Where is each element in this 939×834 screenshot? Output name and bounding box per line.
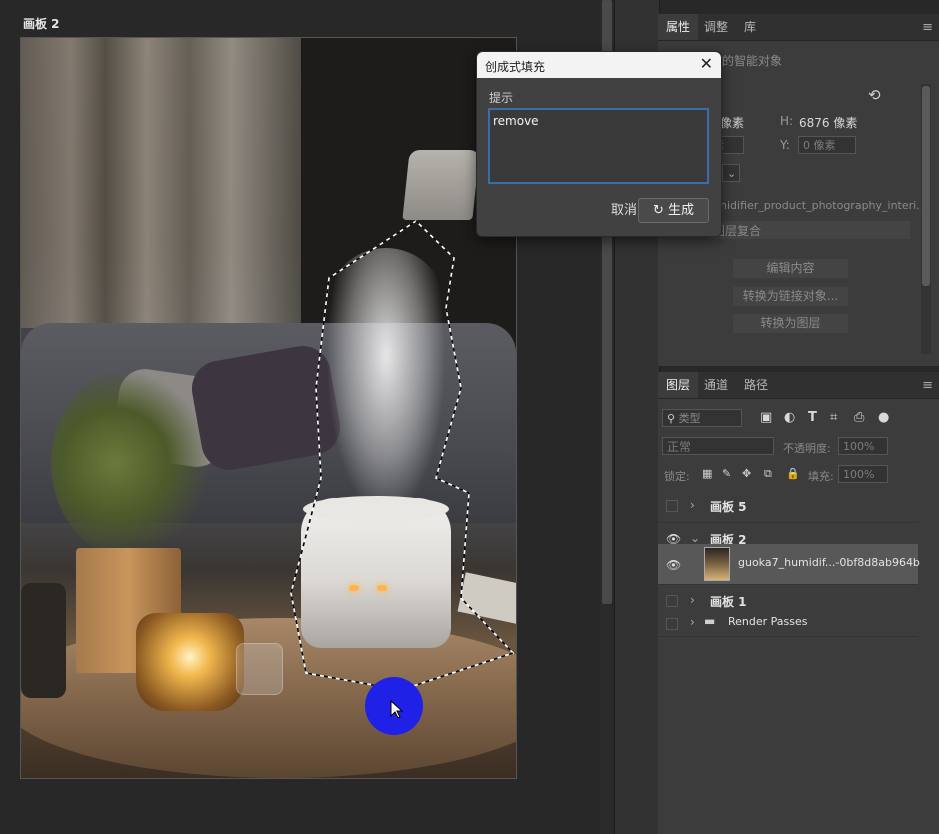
- chevron-right-icon[interactable]: ›: [690, 498, 695, 512]
- artboard-label[interactable]: 画板 2: [23, 15, 60, 32]
- generative-fill-dialog: 创成式填充 ✕ 提示 remove 取消 ↻ 生成: [476, 51, 722, 237]
- visibility-toggle[interactable]: [666, 500, 678, 512]
- tab-channels[interactable]: 通道: [696, 372, 736, 398]
- y-label: Y:: [780, 138, 790, 152]
- dialog-titlebar[interactable]: 创成式填充 ✕: [477, 52, 721, 78]
- close-icon[interactable]: ✕: [700, 54, 713, 73]
- convert-to-layers-button[interactable]: 转换为图层: [733, 314, 848, 333]
- type-filter-icon[interactable]: T: [808, 410, 817, 425]
- tab-layers[interactable]: 图层: [658, 372, 699, 398]
- folder-icon: ▬: [704, 614, 716, 628]
- image-filter-icon[interactable]: ▣: [760, 410, 772, 425]
- lock-position-icon[interactable]: ✥: [742, 467, 751, 480]
- panel-menu-icon[interactable]: ≡: [922, 378, 933, 393]
- convert-to-linked-button[interactable]: 转换为链接对象...: [733, 287, 848, 306]
- lasso-selection-marquee: [290, 219, 515, 691]
- opacity-field[interactable]: 100%: [838, 437, 888, 455]
- properties-panel-tabs: 属性 调整 库 ≡: [658, 14, 939, 41]
- layer-filter-dropdown[interactable]: ⚲ 类型: [662, 409, 742, 427]
- layer-filter-placeholder: 类型: [678, 412, 701, 425]
- panel-menu-icon[interactable]: ≡: [922, 20, 933, 35]
- adjustment-filter-icon[interactable]: ◐: [784, 410, 795, 425]
- layer-comp-field[interactable]: 图层复合: [708, 221, 910, 239]
- properties-scrollbar-thumb[interactable]: [922, 86, 930, 286]
- visibility-toggle[interactable]: [666, 595, 678, 607]
- opacity-label: 不透明度:: [783, 442, 831, 455]
- smart-object-filter-icon[interactable]: ⎙: [854, 410, 864, 425]
- y-field[interactable]: 0 像素: [798, 136, 856, 154]
- shape-filter-icon[interactable]: ⌗: [830, 410, 837, 425]
- document-canvas[interactable]: [20, 37, 517, 779]
- lock-artboard-icon[interactable]: ⧉: [764, 467, 772, 481]
- search-icon: ⚲: [667, 412, 676, 425]
- chevron-right-icon[interactable]: ›: [690, 615, 695, 629]
- align-dropdown[interactable]: ⌄: [722, 164, 740, 182]
- mouse-pointer-icon: [390, 700, 404, 719]
- linked-filename: nidifier_product_photography_interi...: [720, 199, 927, 212]
- smart-object-label: 的智能对象: [722, 54, 783, 68]
- layers-panel-tabs: 图层 通道 路径 ≡: [658, 372, 939, 399]
- layers-panel: 图层 通道 路径 ≡ ⚲ 类型 ▣ ◐ T ⌗ ⎙ ● 正常 不透明度: 100…: [658, 372, 939, 834]
- visibility-toggle[interactable]: [666, 618, 678, 630]
- tab-paths[interactable]: 路径: [736, 372, 776, 398]
- lock-paint-icon[interactable]: ✎: [722, 467, 731, 480]
- blend-mode-dropdown[interactable]: 正常: [662, 437, 774, 455]
- tab-adjustments[interactable]: 调整: [696, 14, 736, 40]
- layer-thumbnail: [704, 547, 730, 581]
- layer-row-render-passes[interactable]: › ▬ Render Passes: [658, 610, 918, 637]
- layer-name: guoka7_humidif...-0bf8d8ab964b: [738, 556, 920, 569]
- filter-toggle-icon[interactable]: ●: [878, 410, 889, 425]
- generate-button[interactable]: ↻ 生成: [638, 198, 709, 223]
- prompt-input[interactable]: remove: [488, 108, 709, 184]
- tab-libraries[interactable]: 库: [736, 14, 764, 40]
- layer-row-smart-object[interactable]: 👁 guoka7_humidif...-0bf8d8ab964b: [658, 544, 920, 585]
- lock-transparency-icon[interactable]: ▦: [702, 467, 712, 480]
- chevron-down-icon[interactable]: ⌄: [690, 531, 700, 545]
- tab-properties[interactable]: 属性: [658, 14, 699, 40]
- layer-row-artboard-5[interactable]: › 画板 5: [658, 490, 918, 523]
- layer-name: 画板 1: [710, 595, 747, 609]
- lock-all-icon[interactable]: 🔒: [786, 467, 800, 480]
- fill-label: 填充:: [808, 470, 834, 483]
- chevron-right-icon[interactable]: ›: [690, 593, 695, 607]
- edit-contents-button[interactable]: 编辑内容: [733, 259, 848, 278]
- generate-icon: ↻: [652, 203, 664, 218]
- layer-name: 画板 5: [710, 500, 747, 514]
- height-label: H:: [780, 114, 794, 128]
- layer-name: Render Passes: [728, 615, 808, 628]
- lock-label: 锁定:: [664, 470, 690, 483]
- fill-field[interactable]: 100%: [838, 465, 888, 483]
- height-value[interactable]: 6876 像素: [799, 114, 857, 131]
- width-unit: 像素: [720, 116, 745, 130]
- reset-icon[interactable]: ⟲: [868, 86, 881, 104]
- prompt-label: 提示: [489, 91, 514, 105]
- dialog-title: 创成式填充: [485, 60, 546, 74]
- generate-label: 生成: [668, 203, 695, 218]
- eye-icon[interactable]: 👁: [666, 558, 681, 572]
